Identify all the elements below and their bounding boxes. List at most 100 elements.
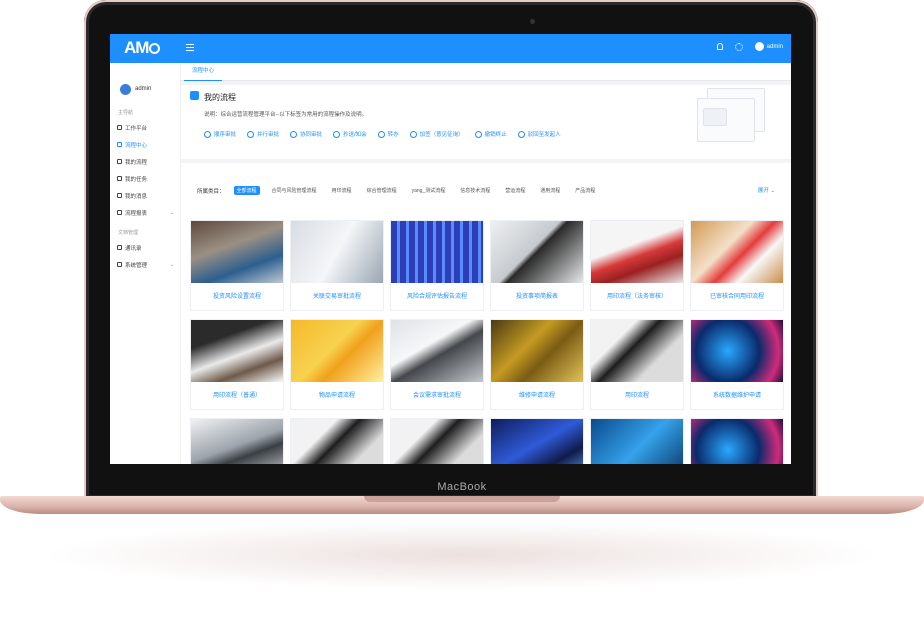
flow-card[interactable]: 风险合规评估报告流程 [390, 220, 484, 311]
action-add-sign[interactable]: 加签（意见征询） [409, 130, 464, 138]
card-title: 维修申请流程 [518, 393, 555, 399]
card-image [291, 320, 383, 382]
sidebar-user: admin [110, 63, 180, 101]
card-image [591, 320, 683, 382]
filter-chip[interactable]: 营运流程 [502, 186, 528, 195]
page-description: 说明：综合运营流程管理平台--以下标签为常用的流程操作及说明。 [204, 112, 368, 118]
sidebar-item-my-flows[interactable]: 我的流程 [110, 153, 180, 170]
action-reject[interactable]: 驳回至发起人 [517, 130, 561, 138]
card-image [691, 221, 783, 283]
bell-icon[interactable] [716, 43, 723, 50]
header-card: 我的流程 说明：综合运营流程管理平台--以下标签为常用的流程操作及说明。 顺序审… [181, 85, 791, 159]
action-revoke[interactable]: 撤销终止 [474, 130, 507, 138]
card-image [391, 320, 483, 382]
flow-card[interactable] [190, 418, 284, 464]
expand-filters-button[interactable]: 展开 ⌄ [758, 186, 775, 194]
clock-icon [117, 210, 122, 215]
list-icon [117, 176, 122, 181]
flow-card[interactable]: 用印流程（普通） [190, 319, 284, 410]
menu-toggle-icon[interactable] [186, 44, 194, 52]
sidebar-item-contacts[interactable]: 通讯录 [110, 239, 180, 256]
action-cc[interactable]: 抄送/知会 [333, 130, 367, 138]
revoke-icon [474, 130, 482, 138]
flow-card[interactable] [590, 418, 684, 464]
filter-chip[interactable]: 产品流程 [572, 186, 598, 195]
card-image [191, 419, 283, 464]
card-image [391, 419, 483, 464]
transfer-icon [377, 130, 385, 138]
filter-chip[interactable]: 全部流程 [233, 186, 260, 195]
sidebar-item-label: 系统管理 [125, 262, 148, 269]
flow-card[interactable]: 投资风险设置流程 [190, 220, 284, 311]
sidebar-item-workbench[interactable]: 工作平台 [110, 119, 180, 136]
top-bar: AM admin [110, 34, 791, 63]
device-brand: MacBook [437, 481, 487, 493]
flow-card[interactable] [290, 418, 384, 464]
filter-chip[interactable]: 合同与风险管理流程 [269, 186, 320, 195]
reject-icon [517, 130, 525, 138]
flow-card[interactable]: 系统数据维护申请 [690, 319, 784, 410]
category-filters: 所属类目： 全部流程 合同与风险管理流程 用印流程 综合管理流程 yang_测试… [197, 186, 598, 195]
contacts-icon [117, 245, 122, 250]
cc-icon [333, 130, 341, 138]
action-parallel[interactable]: 并行审批 [247, 130, 279, 138]
sidebar-item-flow-reports[interactable]: 流程报表 ⌄ [110, 204, 180, 221]
flow-card[interactable]: 用印流程 [590, 319, 684, 410]
share-icon [290, 130, 298, 138]
flow-card[interactable]: 物品申请流程 [290, 319, 384, 410]
user-menu[interactable]: admin [754, 42, 783, 51]
filter-chip[interactable]: 通用流程 [537, 186, 563, 195]
card-image [491, 320, 583, 382]
header-illustration [697, 88, 767, 148]
tab-flow-center[interactable]: 流程中心 [184, 63, 223, 81]
sidebar-username: admin [135, 86, 152, 92]
flow-card[interactable]: 会议需求审批流程 [390, 319, 484, 410]
filter-chip[interactable]: yang_测试流程 [409, 186, 449, 195]
card-image [491, 221, 583, 283]
sequence-icon [204, 130, 211, 138]
action-sequential[interactable]: 顺序审批 [204, 130, 236, 138]
sidebar-item-label: 工作平台 [125, 125, 148, 132]
sidebar-item-flow-center[interactable]: 流程中心 [110, 136, 180, 153]
flow-card[interactable]: 已审核合同用印流程 [690, 220, 784, 311]
flow-card[interactable]: 关联交易审批流程 [290, 220, 384, 311]
flow-icon [190, 91, 199, 100]
settings-gear-icon[interactable] [734, 42, 743, 51]
filter-chip[interactable]: 用印流程 [329, 186, 355, 195]
sidebar-item-my-messages[interactable]: 我的消息 [110, 187, 180, 204]
flow-icon [117, 142, 122, 147]
card-title: 投资事项简报表 [515, 294, 558, 300]
card-title: 已审核合同用印流程 [709, 294, 764, 300]
card-title: 会议需求审批流程 [412, 393, 461, 399]
filter-chip[interactable]: 综合管理流程 [364, 186, 400, 195]
flow-card[interactable]: 维修申请流程 [490, 319, 584, 410]
tab-bar: 流程中心 [181, 63, 791, 81]
floor-shadow [40, 520, 884, 590]
flow-card[interactable] [690, 418, 784, 464]
base-notch [364, 496, 560, 502]
sidebar-item-system[interactable]: 系统管理 ⌄ [110, 256, 180, 273]
action-transfer[interactable]: 转办 [377, 130, 399, 138]
app-logo: AM [124, 38, 161, 58]
sidebar-item-label: 我的任务 [125, 176, 148, 183]
card-title: 投资风险设置流程 [212, 294, 261, 300]
card-image [391, 221, 483, 283]
action-collaborative[interactable]: 协同审批 [290, 130, 322, 138]
flow-card[interactable]: 投资事项简报表 [490, 220, 584, 311]
flow-card[interactable] [490, 418, 584, 464]
sidebar-item-label: 通讯录 [125, 245, 142, 252]
sidebar-item-label: 流程中心 [125, 142, 148, 149]
parallel-icon [247, 130, 255, 138]
laptop-base [0, 496, 924, 514]
flow-catalog: 所属类目： 全部流程 合同与风险管理流程 用印流程 综合管理流程 yang_测试… [181, 163, 791, 464]
sidebar-item-my-tasks[interactable]: 我的任务 [110, 170, 180, 187]
username: admin [766, 43, 783, 50]
avatar [754, 42, 764, 51]
sidebar-section-other: 文档管理 [118, 230, 139, 236]
sidebar-section-main: 主导航 [118, 110, 134, 116]
flow-card[interactable] [390, 418, 484, 464]
flow-card[interactable]: 用印流程（法务审核） [590, 220, 684, 311]
home-icon [117, 125, 122, 130]
card-image [591, 419, 683, 464]
filter-chip[interactable]: 信息技术流程 [457, 186, 493, 195]
